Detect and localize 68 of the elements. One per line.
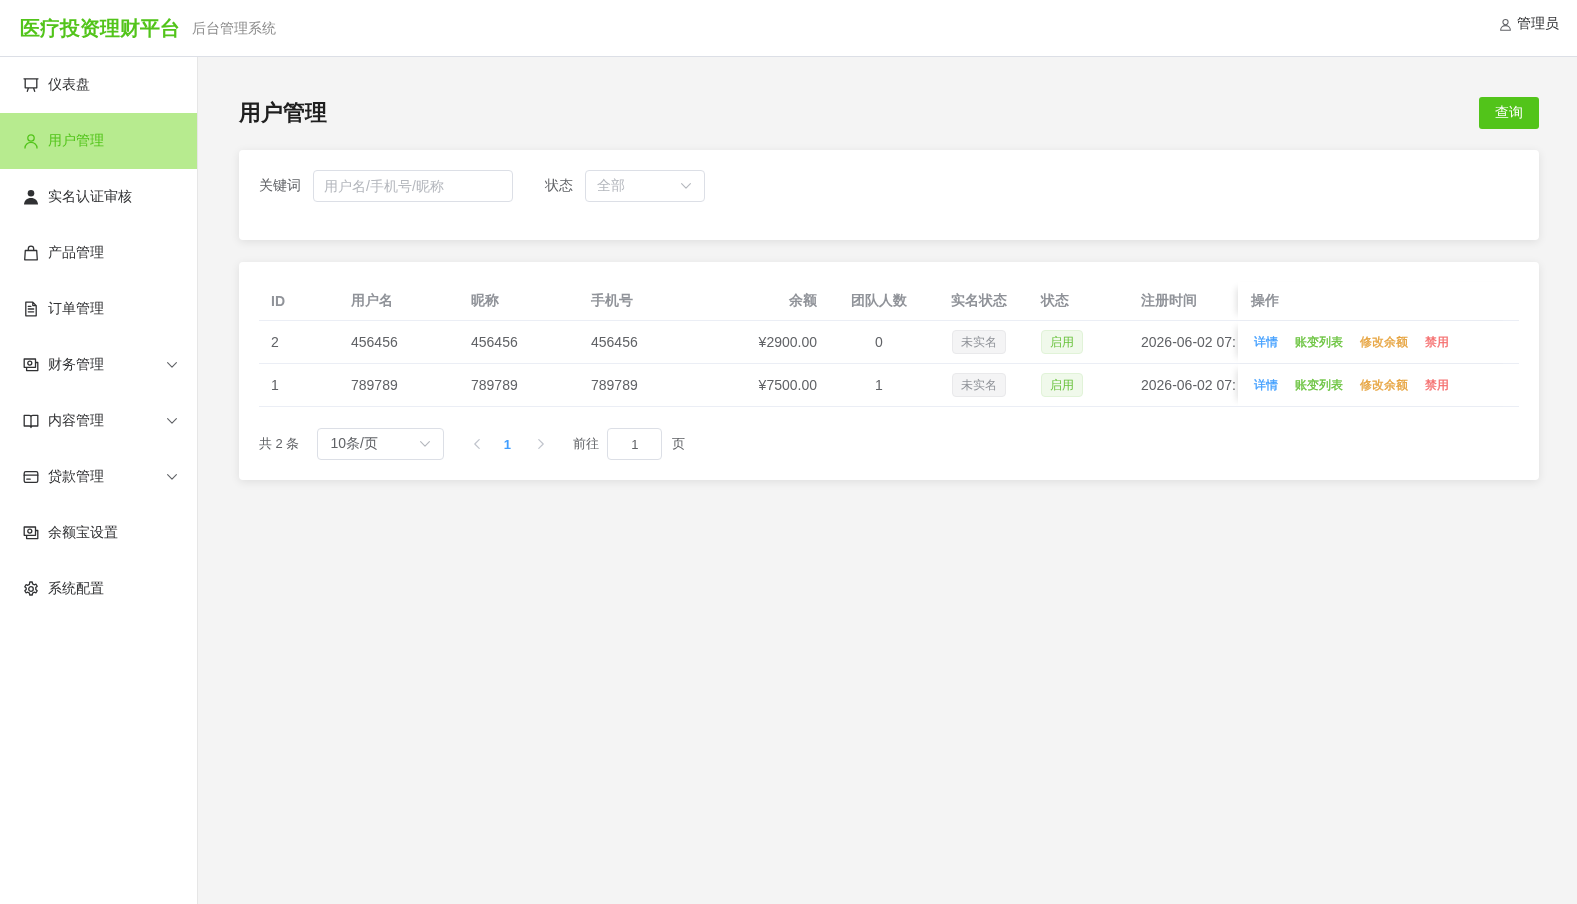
app-subtitle: 后台管理系统 <box>192 19 276 38</box>
app-logo: 医疗投资理财平台 <box>20 15 180 41</box>
column-header: 团队人数 <box>851 292 907 310</box>
column-header: 余额 <box>789 292 817 310</box>
sidebar-item[interactable]: 财务管理 <box>0 337 197 393</box>
sidebar-item[interactable]: 订单管理 <box>0 281 197 337</box>
column-header: 用户名 <box>351 292 393 310</box>
table-cell: 456456 <box>471 334 518 350</box>
table-cell: 2026-06-02 07: <box>1141 334 1236 350</box>
verification-tag: 未实名 <box>952 373 1006 397</box>
banknote-icon <box>23 525 39 541</box>
chevron-right-icon <box>538 439 545 449</box>
column-header: ID <box>271 293 285 309</box>
table-cell: 2 <box>271 334 279 350</box>
page-suffix: 页 <box>672 435 686 453</box>
sidebar-item[interactable]: 实名认证审核 <box>0 169 197 225</box>
sidebar-item[interactable]: 系统配置 <box>0 561 197 617</box>
total-count: 共 2 条 <box>259 435 300 453</box>
user-icon <box>23 133 39 149</box>
user-menu[interactable]: 管理员 <box>1499 15 1559 33</box>
status-tag: 启用 <box>1041 330 1083 354</box>
field-label: 状态 <box>545 177 573 195</box>
table-cell: ¥2900.00 <box>758 334 817 350</box>
shopping-bag-icon <box>23 245 39 261</box>
table-cell: 456456 <box>351 334 398 350</box>
search-field[interactable]: 用户名/手机号/昵称 <box>313 170 513 202</box>
table-cell: 456456 <box>591 334 638 350</box>
verification-tag: 未实名 <box>952 330 1006 354</box>
column-header: 昵称 <box>471 292 499 310</box>
sidebar-item[interactable]: 产品管理 <box>0 225 197 281</box>
page-size-select[interactable]: 10条/页 <box>317 428 445 460</box>
column-header: 注册时间 <box>1141 292 1197 310</box>
document-icon <box>23 301 39 317</box>
sidebar-item[interactable]: 仪表盘 <box>0 57 197 113</box>
table-cell: 789789 <box>471 377 518 393</box>
table-cell: 1 <box>875 377 883 393</box>
table-cell: 0 <box>875 334 883 350</box>
jump-label: 前往 <box>573 435 600 453</box>
table-cell: 1 <box>271 377 279 393</box>
user-icon <box>1499 17 1512 31</box>
banknote-icon <box>23 357 39 373</box>
action-link[interactable]: 禁用 <box>1425 376 1449 394</box>
table-cell: ¥7500.00 <box>758 377 817 393</box>
column-header: 操作 <box>1251 292 1279 310</box>
table-cell: 789789 <box>591 377 638 393</box>
column-header: 实名状态 <box>951 292 1007 310</box>
person-icon <box>23 189 39 205</box>
presentation-board-icon <box>23 77 39 93</box>
status-tag: 启用 <box>1041 373 1083 397</box>
field-label: 关键词 <box>259 177 301 195</box>
column-header: 手机号 <box>591 292 633 310</box>
page-input[interactable]: 1 <box>607 428 663 460</box>
sidebar-item[interactable]: 贷款管理 <box>0 449 197 505</box>
table-cell: 2026-06-02 07: <box>1141 377 1236 393</box>
sidebar-item[interactable]: 内容管理 <box>0 393 197 449</box>
column-header: 状态 <box>1041 292 1069 310</box>
settings-icon <box>23 581 39 597</box>
action-link[interactable]: 详情 <box>1254 376 1278 394</box>
sidebar-item[interactable]: 余额宝设置 <box>0 505 197 561</box>
book-icon <box>23 413 39 429</box>
chevron-down-icon <box>681 183 691 189</box>
chevron-down-icon <box>420 441 431 447</box>
page-title: 用户管理 <box>239 99 327 127</box>
action-link[interactable]: 禁用 <box>1425 333 1449 351</box>
credit-card-icon <box>23 469 39 485</box>
chevron-left-icon <box>474 439 481 449</box>
action-link[interactable]: 详情 <box>1254 333 1278 351</box>
table-cell: 789789 <box>351 377 398 393</box>
